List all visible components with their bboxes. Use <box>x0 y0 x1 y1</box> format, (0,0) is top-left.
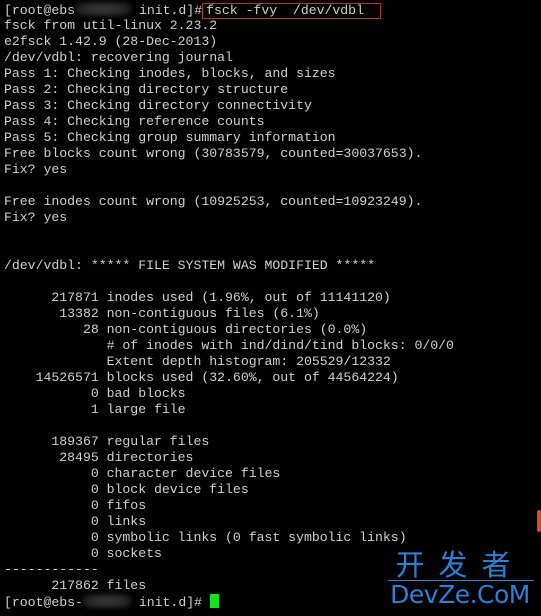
command-prompt-line: [root@ebs init.d]# fsck -fvy /dev/vdbl <box>4 2 381 19</box>
output-line: 14526571 blocks used (32.60%, out of 445… <box>4 370 399 385</box>
output-line: # of inodes with ind/dind/tind blocks: 0… <box>4 338 454 353</box>
output-line: /dev/vdbl: recovering journal <box>4 50 233 65</box>
output-line: Extent depth histogram: 205529/12332 <box>4 354 391 369</box>
terminal-window[interactable]: [root@ebs init.d]# fsck -fvy /dev/vdbl fs… <box>0 0 541 616</box>
output-line: e2fsck 1.42.9 (28-Dec-2013) <box>4 34 218 49</box>
text-cursor <box>209 594 219 608</box>
final-prompt-line[interactable]: [root@ebs- init.d]# <box>4 594 219 610</box>
output-line: 189367 regular files <box>4 434 210 449</box>
output-line: Pass 4: Checking reference counts <box>4 114 265 129</box>
output-line: 1 large file <box>4 402 186 417</box>
output-line: Pass 3: Checking directory connectivity <box>4 98 312 113</box>
output-line: 0 symbolic links (0 fast symbolic links) <box>4 530 407 545</box>
highlighted-command: fsck -fvy /dev/vdbl <box>202 3 381 19</box>
prompt-directory: init.d]# <box>131 3 203 18</box>
output-line: 217871 inodes used (1.96%, out of 111411… <box>4 290 391 305</box>
output-line: Free blocks count wrong (30783579, count… <box>4 146 423 161</box>
output-line: 0 bad blocks <box>4 386 186 401</box>
watermark-chinese-text: 开发者 <box>395 548 525 582</box>
red-decoration <box>537 510 541 532</box>
output-line: Pass 5: Checking group summary informati… <box>4 130 336 145</box>
redacted-hostname <box>82 594 131 608</box>
output-line: 0 fifos <box>4 498 147 513</box>
output-line: Pass 1: Checking inodes, blocks, and siz… <box>4 66 336 81</box>
output-line: 0 block device files <box>4 482 249 497</box>
output-line: 28 non-contiguous directories (0.0%) <box>4 322 368 337</box>
output-line: ------------ <box>4 562 99 577</box>
output-line: 217862 files <box>4 578 147 593</box>
output-line: 13382 non-contiguous files (6.1%) <box>4 306 320 321</box>
output-line: fsck from util-linux 2.23.2 <box>4 18 218 33</box>
output-line: Free inodes count wrong (10925253, count… <box>4 194 423 209</box>
output-line: 0 links <box>4 514 147 529</box>
watermark-english-text: DevZe.CoM <box>390 580 530 609</box>
final-prompt-user-host: [root@ebs- <box>4 595 83 610</box>
output-line: 0 sockets <box>4 546 162 561</box>
output-line: Fix? yes <box>4 162 68 177</box>
output-line: 28495 directories <box>4 450 194 465</box>
output-line: Pass 2: Checking directory structure <box>4 82 289 97</box>
output-line: /dev/vdbl: ***** FILE SYSTEM WAS MODIFIE… <box>4 258 376 273</box>
final-prompt-directory: init.d]# <box>130 595 210 610</box>
watermark-logo: 开发者 DevZe.CoM <box>384 550 536 610</box>
output-line: Fix? yes <box>4 210 68 225</box>
prompt-user-host: [root@ebs <box>4 3 76 18</box>
output-line: 0 character device files <box>4 466 281 481</box>
redacted-hostname <box>75 2 132 16</box>
